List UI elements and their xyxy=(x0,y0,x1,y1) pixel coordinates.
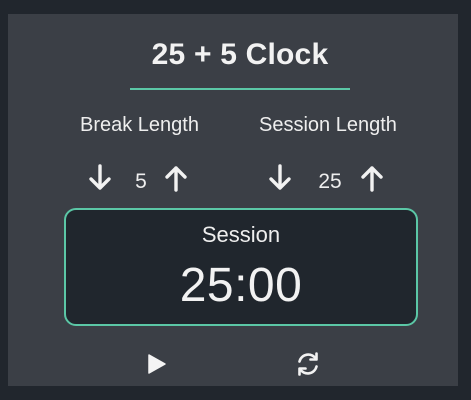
start-stop-button[interactable] xyxy=(140,348,172,380)
break-controls: 5 xyxy=(86,162,196,198)
timer-display: Session 25:00 xyxy=(64,208,418,326)
reset-button[interactable] xyxy=(292,348,324,380)
break-length-value: 5 xyxy=(135,170,147,193)
break-decrement-button[interactable] xyxy=(86,162,114,194)
arrow-down-icon xyxy=(269,164,291,190)
session-decrement-button[interactable] xyxy=(266,162,294,194)
time-left: 25:00 xyxy=(179,259,303,312)
arrow-up-icon xyxy=(165,166,187,192)
break-increment-button[interactable] xyxy=(162,162,190,194)
play-icon xyxy=(148,354,166,374)
arrow-up-icon xyxy=(361,166,383,192)
break-length-label: Break Length xyxy=(80,114,199,136)
title-wrap: 25 + 5 Clock xyxy=(8,38,471,72)
session-length-label: Session Length xyxy=(259,114,397,136)
refresh-icon xyxy=(298,352,318,376)
session-length-value: 25 xyxy=(318,170,342,193)
session-increment-button[interactable] xyxy=(358,162,386,194)
title-underline xyxy=(130,88,350,90)
timer-label: Session xyxy=(201,222,281,247)
clock-card: 25 + 5 Clock Break Length Session Length… xyxy=(8,14,458,386)
arrow-down-icon xyxy=(89,164,111,190)
app-title: 25 + 5 Clock xyxy=(151,38,329,71)
session-controls: 25 xyxy=(266,162,386,198)
